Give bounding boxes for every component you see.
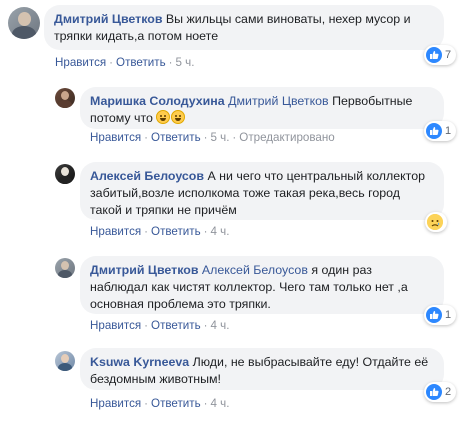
reaction-count[interactable]: 7 [424, 45, 457, 65]
comment-author[interactable]: Ksuwa Kyrneeva [90, 355, 189, 369]
comment: Дмитрий Цветков Алексей Белоусов я один … [0, 246, 466, 342]
sad-face-icon [427, 214, 443, 230]
grinning-face-icon [171, 110, 186, 124]
comment-author[interactable]: Маришка Солодухина [90, 94, 225, 108]
comment-bubble: Дмитрий Цветков Алексей Белоусов я один … [80, 256, 444, 314]
timestamp[interactable]: 4 ч. [210, 225, 229, 238]
grinning-face-icon [156, 110, 171, 124]
like-icon [426, 384, 442, 400]
timestamp[interactable]: 5 ч. [175, 56, 194, 69]
comment-bubble: Маришка Солодухина Дмитрий Цветков Перво… [80, 87, 444, 129]
comment: Алексей Белоусов А ни чего что центральн… [0, 154, 466, 246]
comment-actions: Нравится · Ответить · 4 ч. [90, 225, 230, 238]
comment-bubble: Ksuwa Kyrneeva Люди, не выбрасывайте еду… [80, 348, 444, 390]
avatar[interactable] [55, 88, 75, 108]
avatar[interactable] [8, 7, 40, 39]
timestamp[interactable]: 5 ч. [210, 131, 229, 144]
avatar[interactable] [55, 258, 75, 278]
mention[interactable]: Алексей Белоусов [202, 263, 308, 277]
like-link[interactable]: Нравится [90, 397, 141, 410]
like-icon [426, 123, 442, 139]
like-link[interactable]: Нравится [90, 319, 141, 332]
mention[interactable]: Дмитрий Цветков [228, 94, 328, 108]
like-link[interactable]: Нравится [55, 56, 106, 69]
reply-link[interactable]: Ответить [116, 56, 166, 69]
comment-author[interactable]: Алексей Белоусов [90, 169, 204, 183]
reaction-count[interactable]: 1 [424, 305, 457, 325]
comment: Дмитрий Цветков Вы жильцы сами виноваты,… [0, 0, 466, 84]
reaction-count[interactable]: 2 [424, 382, 457, 402]
like-link[interactable]: Нравится [90, 225, 141, 238]
timestamp[interactable]: 4 ч. [210, 319, 229, 332]
reply-link[interactable]: Ответить [151, 397, 201, 410]
reply-link[interactable]: Ответить [151, 131, 201, 144]
like-icon [426, 47, 442, 63]
like-icon [426, 307, 442, 323]
reaction-number: 2 [445, 386, 452, 398]
comment-bubble: Дмитрий Цветков Вы жильцы сами виноваты,… [44, 5, 444, 50]
reaction-count[interactable]: 1 [424, 121, 457, 141]
comment-actions: Нравится · Ответить · 5 ч. [55, 56, 195, 69]
comment: Маришка Солодухина Дмитрий Цветков Перво… [0, 84, 466, 154]
reply-link[interactable]: Ответить [151, 319, 201, 332]
timestamp[interactable]: 4 ч. [210, 397, 229, 410]
reaction-number: 7 [445, 49, 452, 61]
reaction-count[interactable] [425, 212, 447, 232]
reaction-number: 1 [445, 125, 452, 137]
avatar[interactable] [55, 351, 75, 371]
edited-label[interactable]: Отредактировано [239, 131, 334, 144]
comment-author[interactable]: Дмитрий Цветков [54, 12, 162, 26]
comment-actions: Нравится · Ответить · 4 ч. [90, 397, 230, 410]
comment: Ksuwa Kyrneeva Люди, не выбрасывайте еду… [0, 342, 466, 424]
comment-actions: Нравится · Ответить · 5 ч. · Отредактировано [90, 131, 335, 144]
reply-link[interactable]: Ответить [151, 225, 201, 238]
comment-bubble: Алексей Белоусов А ни чего что центральн… [80, 162, 444, 220]
comment-author[interactable]: Дмитрий Цветков [90, 263, 198, 277]
reaction-number: 1 [445, 309, 452, 321]
like-link[interactable]: Нравится [90, 131, 141, 144]
avatar[interactable] [55, 164, 75, 184]
comment-actions: Нравится · Ответить · 4 ч. [90, 319, 230, 332]
